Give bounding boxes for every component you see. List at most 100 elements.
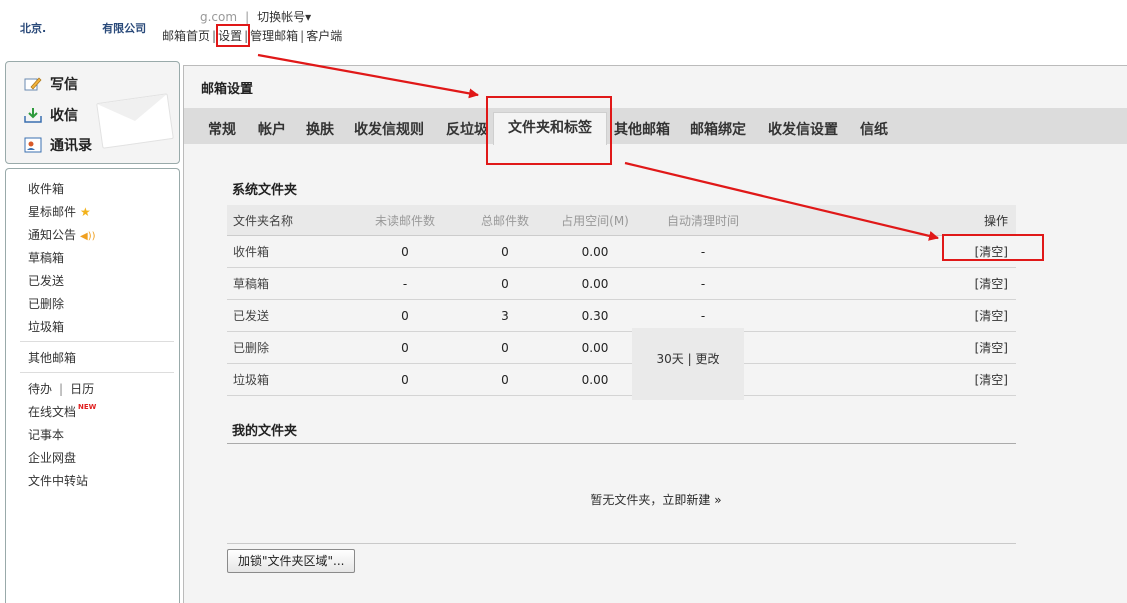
lock-folder-area-button[interactable]: 加锁"文件夹区域"... <box>227 549 356 573</box>
folder-name: 已删除 <box>227 331 347 364</box>
contacts-icon <box>24 137 42 153</box>
calendar-link[interactable]: 日历 <box>70 382 94 396</box>
todo-link[interactable]: 待办 <box>28 382 52 396</box>
change-purge-link[interactable]: 更改 <box>695 352 719 366</box>
notepad-link[interactable]: 记事本 <box>28 426 64 443</box>
table-row: 垃圾箱 0 0 0.00 [清空] <box>227 363 1016 396</box>
tab-send-receive[interactable]: 收发信设置 <box>768 119 838 139</box>
table-header-row: 文件夹名称 未读邮件数 总邮件数 占用空间(M) 自动清理时间 操作 <box>227 205 1016 236</box>
table-row: 草稿箱 - 0 0.00 - [清空] <box>227 267 1016 300</box>
unread-count: - <box>347 267 463 300</box>
unread-count: 0 <box>347 363 463 396</box>
unread-count: 0 <box>347 331 463 364</box>
divider <box>20 372 174 373</box>
switch-account-dropdown[interactable]: 切换帐号▾ <box>257 10 311 24</box>
settings-tabs: 常规 帐户 换肤 收发信规则 反垃圾 文件夹和标签 其他邮箱 邮箱绑定 收发信设… <box>184 108 1127 145</box>
nav-manage-mailbox[interactable]: 管理邮箱 <box>250 29 298 43</box>
folder-deleted[interactable]: 已删除 <box>28 295 64 312</box>
tab-stationery[interactable]: 信纸 <box>860 119 888 139</box>
table-row: 已发送 0 3 0.30 - [清空] <box>227 299 1016 332</box>
compose-icon <box>24 76 42 92</box>
column-header: 未读邮件数 <box>347 205 463 236</box>
column-header: 占用空间(M) <box>547 205 643 236</box>
space-used: 0.00 <box>547 363 643 396</box>
column-header: 操作 <box>763 205 1016 236</box>
column-header: 总邮件数 <box>463 205 547 236</box>
top-nav: 邮箱首页 | 设置 | 管理邮箱 | 客户端 <box>162 29 343 43</box>
total-count: 0 <box>463 331 547 364</box>
account-address: g.com <box>200 10 238 24</box>
table-row: 已删除 0 0 0.00 [清空] <box>227 331 1016 364</box>
tab-general[interactable]: 常规 <box>208 119 236 139</box>
tab-folders-labels[interactable]: 文件夹和标签 <box>493 112 607 145</box>
space-used: 0.00 <box>547 331 643 364</box>
empty-folder-link[interactable]: [清空] <box>975 373 1008 387</box>
folder-inbox[interactable]: 收件箱 <box>28 180 64 197</box>
speaker-icon: ◀)) <box>80 231 96 242</box>
account-info: g.com | 切换帐号▾ <box>200 10 312 24</box>
column-header: 文件夹名称 <box>227 205 347 236</box>
create-folder-link[interactable]: 立即新建 » <box>662 493 721 507</box>
page-title: 邮箱设置 <box>201 82 254 97</box>
unread-count: 0 <box>347 299 463 332</box>
divider <box>227 543 1016 544</box>
folder-sent[interactable]: 已发送 <box>28 272 64 289</box>
file-transfer-link[interactable]: 文件中转站 <box>28 472 88 489</box>
inbox-download-icon <box>24 107 42 123</box>
cleanup-time: - <box>643 235 763 268</box>
other-mailboxes-link[interactable]: 其他邮箱 <box>28 349 76 366</box>
folder-list: 收件箱 星标邮件 ★ 通知公告 ◀)) 草稿箱 已发送 已删除 垃圾箱 其他邮箱 待… <box>5 168 180 603</box>
auto-purge-setting: 30天 | 更改 <box>632 328 744 400</box>
space-used: 0.00 <box>547 235 643 268</box>
folder-notices[interactable]: 通知公告 ◀)) <box>28 226 96 243</box>
total-count: 0 <box>463 267 547 300</box>
empty-folder-link[interactable]: [清空] <box>975 277 1008 291</box>
cleanup-time: - <box>643 299 763 332</box>
top-header: 北京. 有限公司 g.com | 切换帐号▾ 邮箱首页 | 设置 | 管理邮箱 | 客户端 <box>0 0 1127 60</box>
empty-folders-note: 暂无文件夹，立即新建 » <box>590 493 722 507</box>
space-used: 0.30 <box>547 299 643 332</box>
envelope-decoration <box>96 93 174 149</box>
tab-other-mailboxes[interactable]: 其他邮箱 <box>614 119 670 139</box>
contacts-button[interactable]: 通讯录 <box>24 134 92 156</box>
tab-mailbox-binding[interactable]: 邮箱绑定 <box>690 119 746 139</box>
new-badge: NEW <box>78 403 97 411</box>
tab-skin[interactable]: 换肤 <box>306 119 334 139</box>
tab-account[interactable]: 帐户 <box>258 119 286 139</box>
empty-folder-link[interactable]: [清空] <box>975 245 1008 259</box>
left-panel: 写信 收信 通讯录 收件箱 星标邮件 ★ 通知公告 ◀)) 草稿箱 已发送 已删除 … <box>5 61 180 603</box>
company-name: 北京. 有限公司 <box>20 22 147 35</box>
star-icon: ★ <box>80 205 91 219</box>
folder-junk[interactable]: 垃圾箱 <box>28 318 64 335</box>
nav-client[interactable]: 客户端 <box>306 29 342 43</box>
table-row: 收件箱 0 0 0.00 - [清空] <box>227 235 1016 268</box>
divider <box>227 443 1016 444</box>
nav-settings[interactable]: 设置 <box>218 29 242 43</box>
compose-button[interactable]: 写信 <box>24 73 78 95</box>
folder-starred[interactable]: 星标邮件 ★ <box>28 203 91 220</box>
system-folders-title: 系统文件夹 <box>232 183 298 198</box>
folder-name: 已发送 <box>227 299 347 332</box>
unread-count: 0 <box>347 235 463 268</box>
cleanup-time: - <box>643 267 763 300</box>
divider <box>20 341 174 342</box>
tab-mail-rules[interactable]: 收发信规则 <box>354 119 424 139</box>
folder-name: 垃圾箱 <box>227 363 347 396</box>
folder-drafts[interactable]: 草稿箱 <box>28 249 64 266</box>
settings-panel: 邮箱设置 常规 帐户 换肤 收发信规则 反垃圾 文件夹和标签 其他邮箱 邮箱绑定… <box>183 65 1127 603</box>
receive-button[interactable]: 收信 <box>24 104 78 126</box>
space-used: 0.00 <box>547 267 643 300</box>
netdisk-link[interactable]: 企业网盘 <box>28 449 76 466</box>
total-count: 3 <box>463 299 547 332</box>
online-docs-link[interactable]: 在线文档 NEW <box>28 403 96 420</box>
folder-name: 收件箱 <box>227 235 347 268</box>
my-folders-title: 我的文件夹 <box>232 424 298 439</box>
nav-mail-home[interactable]: 邮箱首页 <box>162 29 210 43</box>
total-count: 0 <box>463 235 547 268</box>
total-count: 0 <box>463 363 547 396</box>
tab-antispam[interactable]: 反垃圾 <box>446 119 488 139</box>
column-header: 自动清理时间 <box>643 205 763 236</box>
empty-folder-link[interactable]: [清空] <box>975 309 1008 323</box>
empty-folder-link[interactable]: [清空] <box>975 341 1008 355</box>
quick-actions: 写信 收信 通讯录 <box>5 61 180 164</box>
